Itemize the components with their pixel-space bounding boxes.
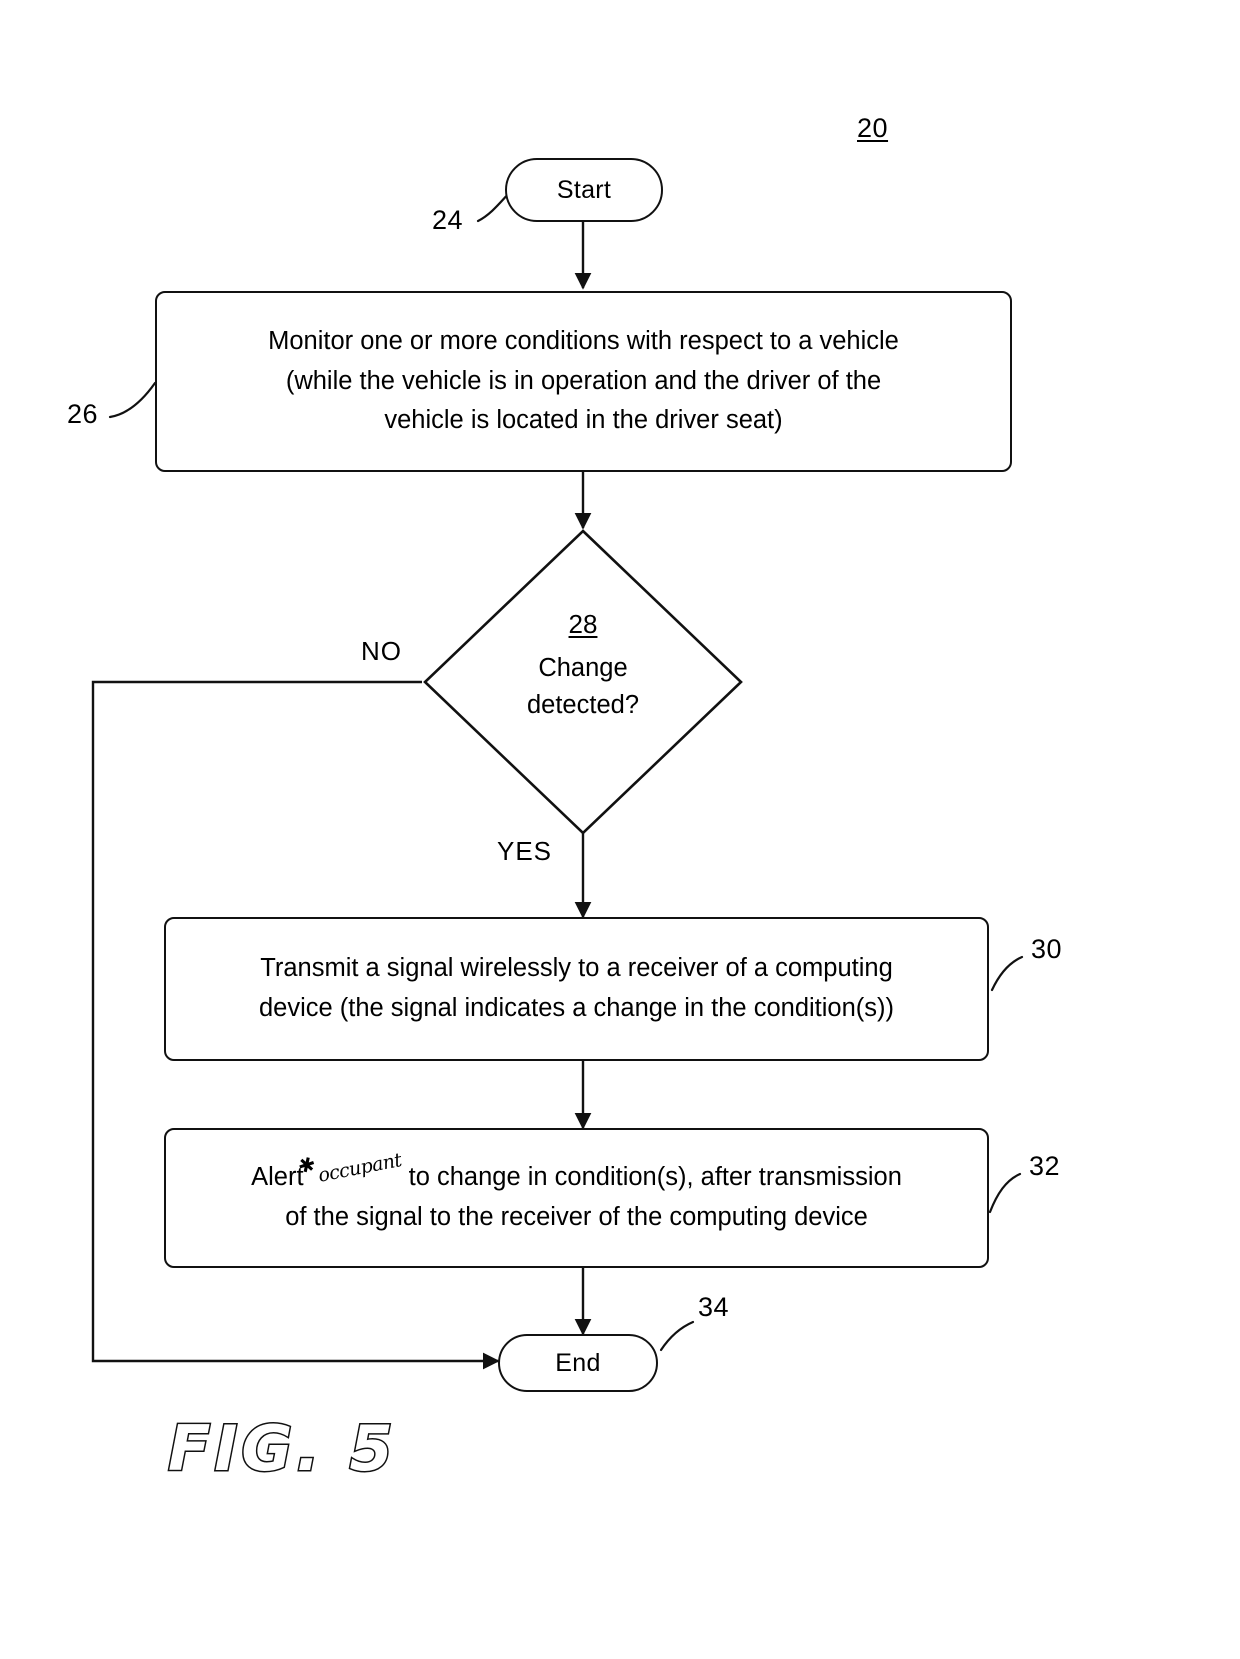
node-start[interactable]: Start [505, 158, 663, 222]
branch-label-no: NO [361, 636, 402, 666]
node-transmit-line1: Transmit a signal wirelessly to a receiv… [260, 954, 893, 983]
patent-figure-page: 20 Start 24 Monitor one or more conditio… [0, 0, 1240, 1659]
branch-label-yes: YES [497, 836, 553, 866]
node-start-label: Start [556, 175, 612, 204]
node-transmit-line2: device (the signal indicates a change in… [258, 994, 895, 1022]
node-monitor-line2: (while the vehicle is in operation and t… [285, 366, 882, 395]
reference-24: 24 [432, 205, 464, 235]
node-monitor-line1: Monitor one or more conditions with resp… [268, 327, 899, 356]
node-alert-occupant[interactable]: Alert✱occupant to change in condition(s),… [164, 1128, 989, 1268]
node-transmit-signal[interactable]: Transmit a signal wirelessly to a receiv… [164, 917, 989, 1061]
node-end-label: End [555, 1348, 601, 1377]
figure-caption: FIG. 5 [167, 1411, 397, 1487]
reference-32: 32 [1029, 1151, 1061, 1181]
leader-34 [659, 1320, 695, 1352]
handwritten-annotation-occupant: occupant [316, 1149, 404, 1188]
node-decision-line2: detected? [526, 690, 639, 719]
node-alert-line1-after: to change in condition(s), after transmi… [408, 1163, 902, 1192]
node-monitor-line3: vehicle is located in the driver seat) [384, 406, 783, 435]
reference-30: 30 [1031, 934, 1063, 964]
node-decision-change-detected[interactable]: 28 Change detected? [422, 528, 744, 836]
reference-28: 28 [568, 609, 598, 639]
node-end[interactable]: End [498, 1334, 658, 1392]
node-decision-line1: Change [538, 654, 628, 682]
leader-26 [108, 381, 157, 419]
leader-30 [990, 955, 1024, 992]
reference-34: 34 [698, 1292, 730, 1322]
node-monitor-conditions[interactable]: Monitor one or more conditions with resp… [155, 291, 1012, 472]
node-alert-line1: Alert✱occupant to change in condition(s),… [188, 1150, 965, 1198]
reference-26: 26 [67, 399, 99, 429]
diagram-reference-20: 20 [857, 113, 889, 143]
leader-32 [988, 1172, 1022, 1214]
node-alert-line2: of the signal to the receiver of the com… [285, 1203, 868, 1231]
